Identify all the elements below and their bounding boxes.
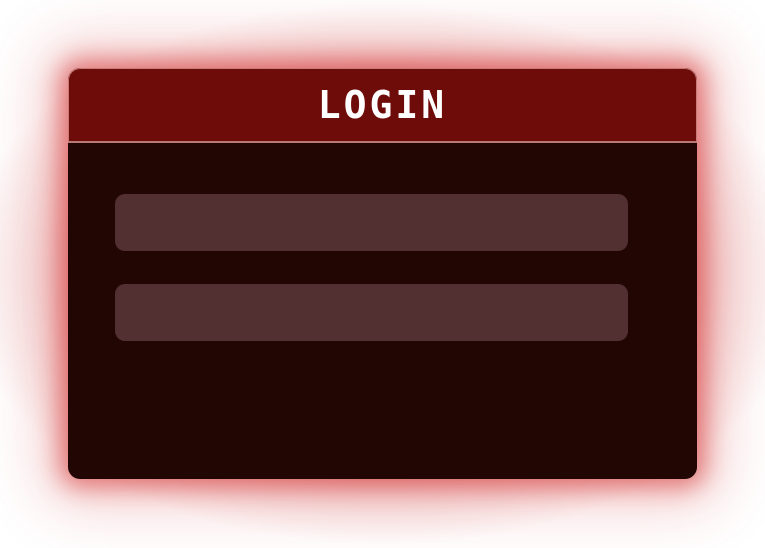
login-panel: LOGIN [68, 68, 697, 479]
username-input[interactable] [115, 194, 628, 251]
login-header: LOGIN [68, 68, 697, 143]
password-input[interactable] [115, 284, 628, 341]
login-title: LOGIN [317, 83, 448, 127]
